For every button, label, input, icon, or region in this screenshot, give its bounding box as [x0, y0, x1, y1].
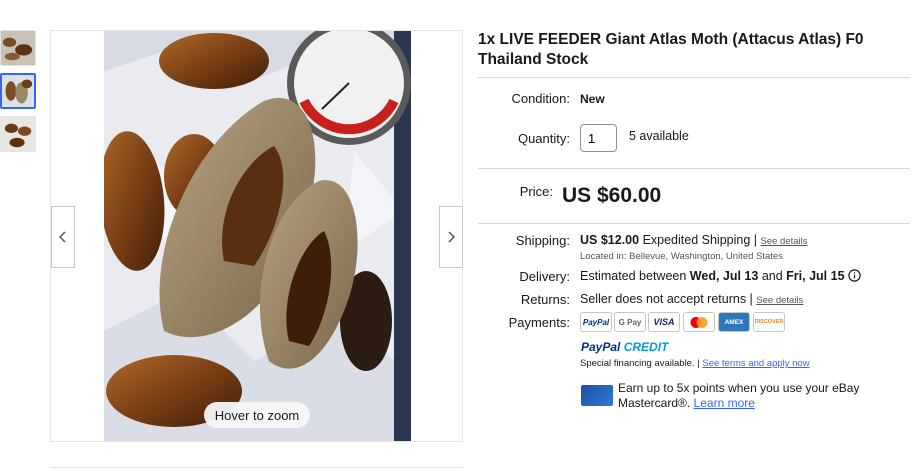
paypal-logo-text: PayPal	[582, 317, 610, 327]
divider	[478, 223, 910, 224]
quantity-label: Quantity:	[517, 131, 570, 146]
listing-title: 1x LIVE FEEDER Giant Atlas Moth (Attacus…	[478, 31, 864, 68]
mastercard-icon	[690, 316, 708, 328]
divider	[478, 168, 910, 169]
shipping-see-details-link[interactable]: See details	[761, 236, 808, 247]
shipping-location: Located in: Bellevue, Washington, United…	[580, 251, 783, 262]
thumbnail-3-image	[1, 117, 35, 151]
shipping-label: Shipping:	[515, 233, 570, 248]
ebay-mastercard-icon	[581, 385, 613, 406]
info-icon[interactable]	[848, 269, 861, 282]
financing-terms-link[interactable]: See terms and apply now	[702, 358, 809, 369]
thumbnail-2-image	[2, 75, 34, 107]
amex-logo: AMEX	[718, 312, 750, 332]
delivery-prefix: Estimated between	[580, 269, 687, 283]
payments-label: Payments:	[508, 315, 570, 330]
paypal-credit-logo: PayPal CREDIT	[581, 340, 668, 354]
google-pay-logo: G Pay	[614, 312, 646, 332]
chevron-left-icon	[58, 231, 66, 243]
delivery-info: Estimated between Wed, Jul 13 and Fri, J…	[580, 269, 861, 283]
delivery-label: Delivery:	[519, 269, 570, 284]
thumbnail-1-image	[1, 31, 35, 65]
learn-more-link[interactable]: Learn more	[694, 396, 755, 410]
shipping-method: Expedited Shipping |	[642, 233, 758, 247]
financing-info: Special financing available. | See terms…	[580, 358, 810, 369]
next-image-button[interactable]	[439, 206, 463, 268]
thumbnail-2[interactable]	[0, 73, 36, 109]
google-pay-logo-text: G Pay	[618, 317, 642, 327]
thumbnail-1[interactable]	[0, 30, 36, 66]
delivery-start-date: Wed, Jul 13	[689, 269, 759, 283]
delivery-end-date: Fri, Jul 15	[786, 269, 845, 283]
discover-logo: DISCOVER	[753, 312, 785, 332]
chevron-right-icon	[448, 231, 456, 243]
condition-value: New	[580, 92, 605, 106]
returns-info: Seller does not accept returns | See det…	[580, 292, 803, 306]
mastercard-logo	[683, 312, 715, 332]
divider	[478, 77, 910, 78]
condition-label: Condition:	[511, 91, 570, 106]
product-photo[interactable]	[104, 31, 411, 441]
delivery-and: and	[761, 269, 783, 283]
paypal-credit-logo-b: CREDIT	[620, 340, 669, 354]
paypal-credit-logo-a: PayPal	[581, 340, 621, 354]
visa-logo-text: VISA	[653, 317, 675, 327]
amex-logo-text: AMEX	[724, 318, 744, 326]
returns-see-details-link[interactable]: See details	[756, 295, 803, 306]
hover-to-zoom-label: Hover to zoom	[204, 402, 310, 428]
shipping-info: US $12.00 Expedited Shipping | See detai…	[580, 233, 808, 247]
financing-text: Special financing available. |	[580, 358, 700, 369]
product-photo-image	[104, 31, 411, 441]
main-image-frame: Hover to zoom	[50, 30, 463, 442]
shipping-amount: US $12.00	[580, 233, 640, 247]
divider	[50, 467, 463, 468]
price-value: US $60.00	[562, 184, 662, 207]
previous-image-button[interactable]	[51, 206, 75, 268]
thumbnail-3[interactable]	[0, 116, 36, 152]
returns-text: Seller does not accept returns |	[580, 292, 753, 306]
rewards-info: Earn up to 5x points when you use your e…	[618, 381, 868, 411]
quantity-available: 5 available	[629, 129, 689, 143]
visa-logo: VISA	[648, 312, 680, 332]
price-label: Price:	[519, 184, 553, 199]
returns-label: Returns:	[520, 292, 570, 307]
discover-logo-text: DISCOVER	[754, 319, 784, 325]
quantity-input[interactable]	[580, 124, 617, 152]
paypal-logo: PayPal	[580, 312, 612, 332]
